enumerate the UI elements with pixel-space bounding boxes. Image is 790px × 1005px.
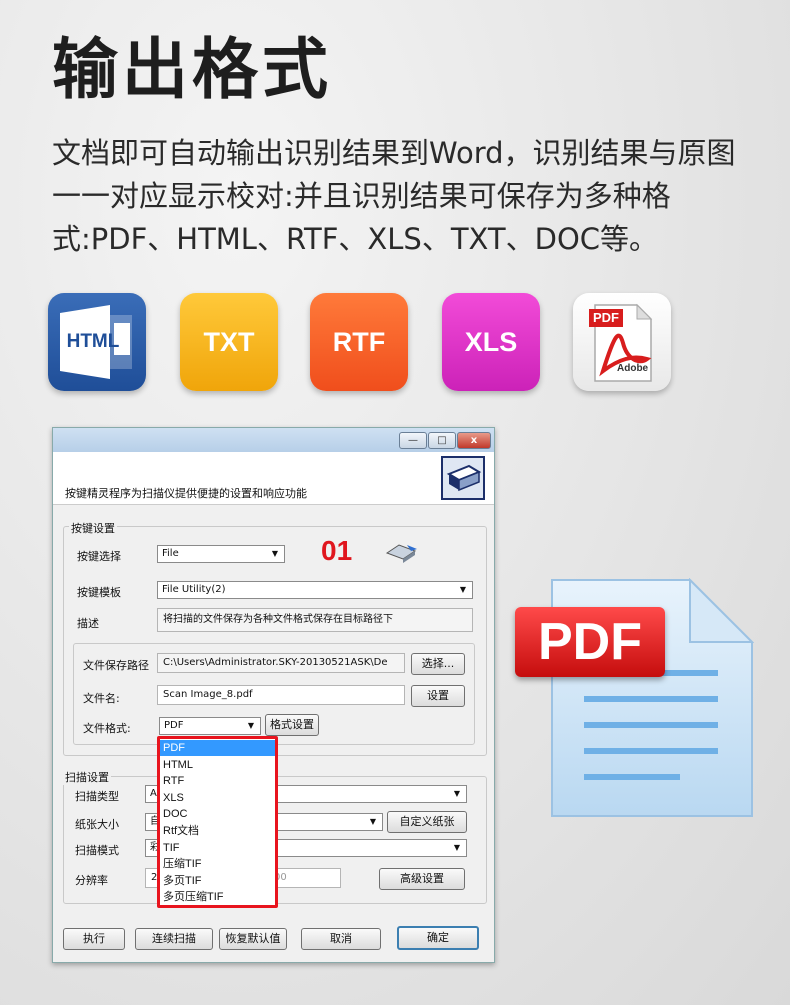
key-number: 01: [321, 535, 353, 566]
browse-button[interactable]: 选择...: [411, 653, 465, 675]
format-option[interactable]: 多页TIF: [160, 873, 275, 889]
maximize-button[interactable]: □: [428, 432, 456, 449]
rtf-format-icon: RTF: [310, 293, 408, 391]
advanced-settings-button[interactable]: 高级设置: [379, 868, 465, 890]
pdf-icon-bottom-label: Adobe: [617, 363, 649, 374]
header-panel: 按键精灵程序为扫描仪提供便捷的设置和响应功能: [53, 452, 494, 505]
key-select-combo[interactable]: File ▼: [157, 545, 285, 563]
custom-paper-button[interactable]: 自定义纸张: [387, 811, 467, 833]
scan-type-value: A: [150, 788, 157, 799]
scanner-icon: [441, 456, 485, 500]
description-label: 描述: [77, 617, 99, 630]
pdf-icon-top-label: PDF: [593, 310, 619, 325]
headline: 输出格式: [52, 31, 332, 108]
key-select-value: File: [162, 548, 179, 559]
html-icon-label: HTML: [66, 331, 120, 352]
chevron-down-icon: ▼: [459, 585, 467, 594]
execute-button[interactable]: 执行: [63, 928, 125, 950]
txt-icon-label: TXT: [203, 326, 255, 357]
description-field: 将扫描的文件保存为各种文件格式保存在目标路径下: [157, 608, 473, 632]
file-format-value: PDF: [164, 720, 184, 731]
format-option[interactable]: RTF: [160, 773, 275, 789]
cancel-button[interactable]: 取消: [301, 928, 381, 950]
xls-icon-label: XLS: [464, 326, 518, 357]
scan-type-label: 扫描类型: [75, 790, 119, 803]
scanner-arrow-icon: [385, 541, 419, 566]
minimize-button[interactable]: —: [399, 432, 427, 449]
continuous-scan-button[interactable]: 连续扫描: [135, 928, 213, 950]
format-option[interactable]: XLS: [160, 790, 275, 806]
html-format-icon: HTML: [48, 293, 146, 391]
key-settings-title: 按键设置: [69, 520, 117, 536]
close-button[interactable]: x: [457, 432, 491, 449]
rtf-icon-label: RTF: [332, 326, 386, 357]
adobe-pdf-icon: PDF Adobe: [573, 293, 671, 391]
template-label: 按键模板: [77, 586, 121, 599]
scan-mode-label: 扫描模式: [75, 844, 119, 857]
format-option[interactable]: TIF: [160, 840, 275, 856]
file-name-label: 文件名:: [83, 692, 120, 705]
format-option[interactable]: 压缩TIF: [160, 856, 275, 872]
format-option[interactable]: 多页压缩TIF: [160, 889, 275, 905]
save-path-field[interactable]: C:\Users\Administrator.SKY-20130521ASK\D…: [157, 653, 405, 673]
template-combo[interactable]: File Utility(2) ▼: [157, 581, 473, 599]
file-format-label: 文件格式:: [83, 722, 131, 735]
file-format-combo[interactable]: PDF ▼: [159, 717, 261, 735]
paper-size-label: 纸张大小: [75, 818, 119, 831]
settings-button[interactable]: 设置: [411, 685, 465, 707]
chevron-down-icon: ▼: [453, 789, 461, 798]
ok-button[interactable]: 确定: [397, 926, 479, 950]
pdf-badge: PDF: [515, 607, 665, 677]
chevron-down-icon: ▼: [271, 549, 279, 558]
format-option[interactable]: PDF: [160, 740, 275, 756]
txt-format-icon: TXT: [180, 293, 278, 391]
chevron-down-icon: ▼: [247, 721, 255, 730]
scan-settings-title: 扫描设置: [63, 769, 111, 785]
resolution-label: 分辨率: [75, 874, 108, 887]
restore-defaults-button[interactable]: 恢复默认值: [219, 928, 287, 950]
format-option[interactable]: Rtf文档: [160, 823, 275, 839]
file-format-dropdown[interactable]: PDF HTML RTF XLS DOC Rtf文档 TIF 压缩TIF 多页TIF 多页压缩TI…: [157, 736, 278, 908]
format-option[interactable]: DOC: [160, 806, 275, 822]
chevron-down-icon: ▼: [369, 817, 377, 826]
save-path-label: 文件保存路径: [83, 659, 149, 672]
xls-format-icon: XLS: [442, 293, 540, 391]
file-name-input[interactable]: Scan Image_8.pdf: [157, 685, 405, 705]
scanner-button-dialog: — □ x 按键精灵程序为扫描仪提供便捷的设置和响应功能 按键设置 按键选择 F…: [52, 427, 495, 963]
key-select-label: 按键选择: [77, 550, 121, 563]
format-settings-button[interactable]: 格式设置: [265, 714, 319, 736]
description: 文档即可自动输出识别结果到Word，识别结果与原图一一对应显示校对:并且识别结果…: [52, 136, 736, 256]
chevron-down-icon: ▼: [453, 843, 461, 852]
template-value: File Utility(2): [162, 584, 226, 595]
header-text: 按键精灵程序为扫描仪提供便捷的设置和响应功能: [65, 487, 307, 500]
window-title-bar[interactable]: — □ x: [53, 428, 494, 452]
format-option[interactable]: HTML: [160, 757, 275, 773]
